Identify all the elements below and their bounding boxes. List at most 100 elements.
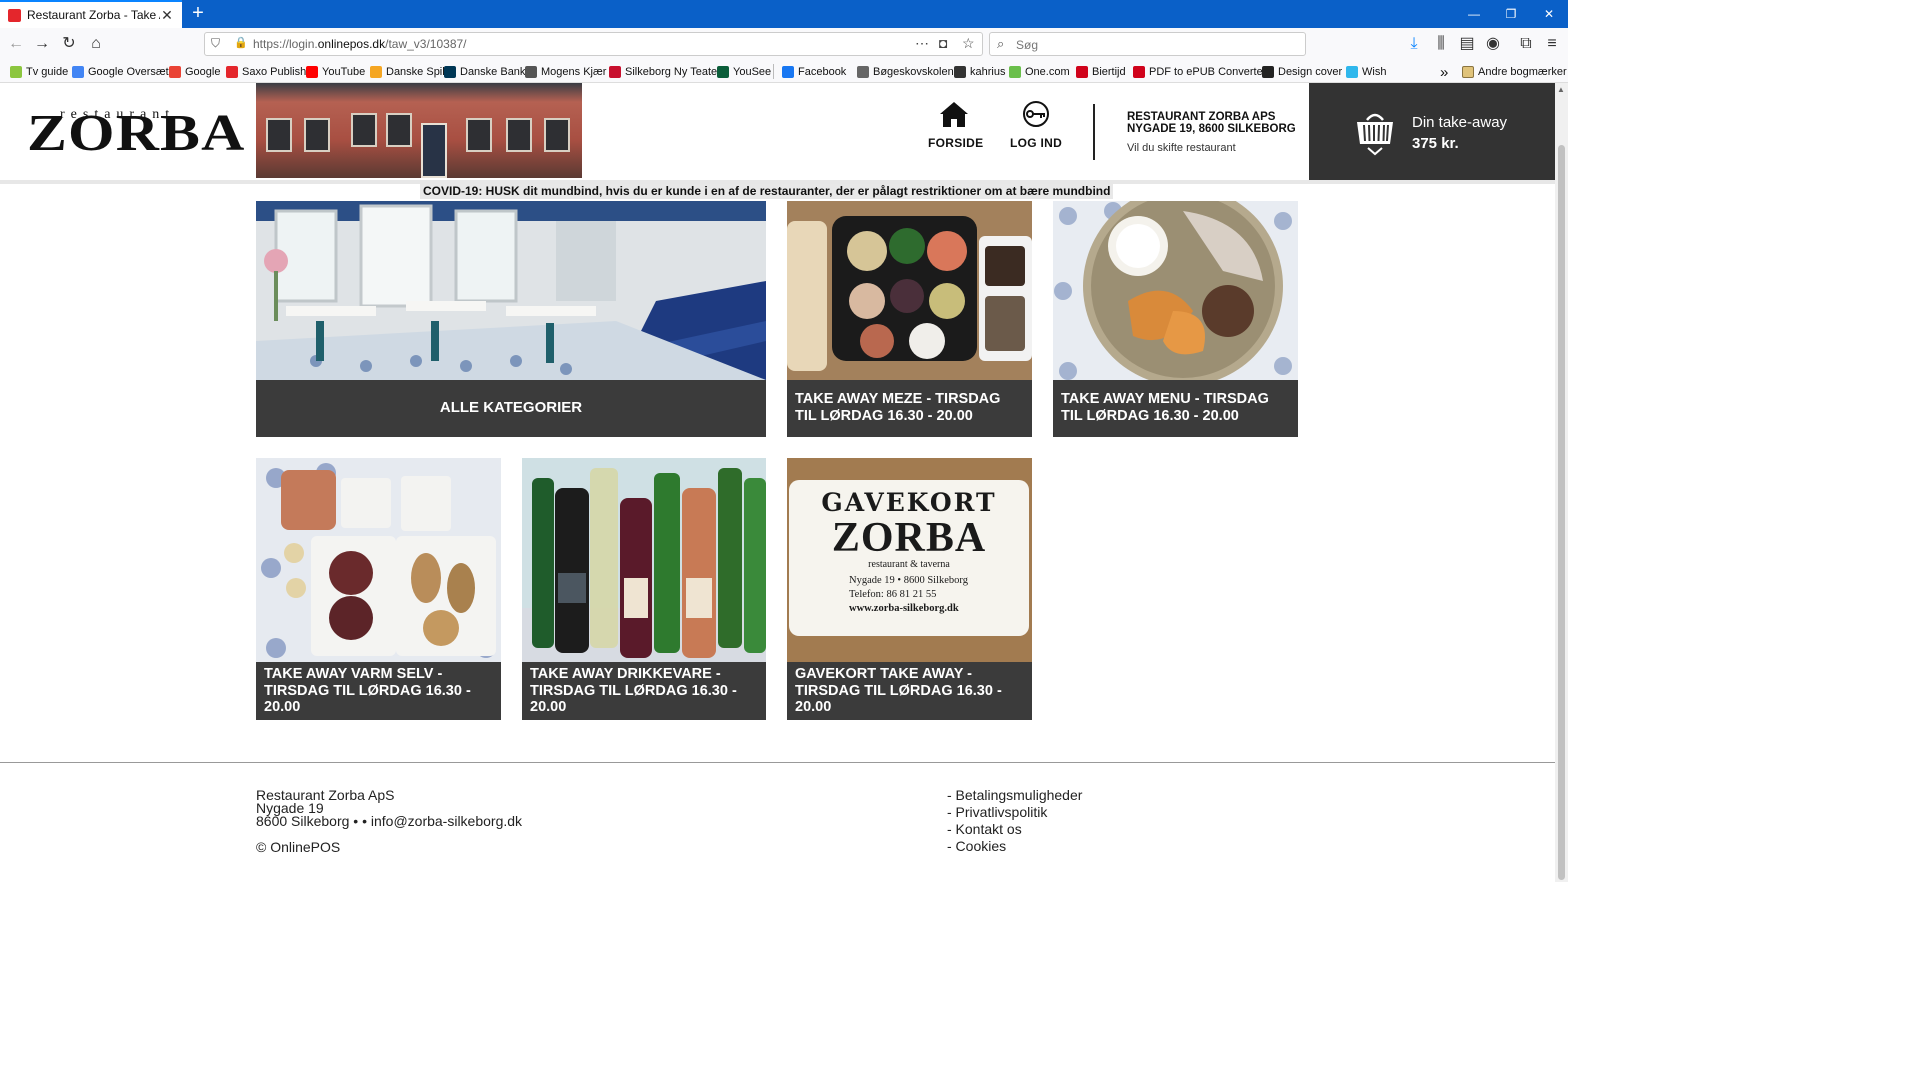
bookmark-item[interactable]: Google	[169, 64, 220, 80]
facade-door	[421, 123, 447, 178]
menu-icon[interactable]: ≡	[1542, 34, 1562, 54]
sidebar-icon[interactable]: ▤	[1457, 34, 1477, 54]
facade-window	[351, 113, 377, 147]
category-title: TAKE AWAY DRIKKEVARE - TIRSDAG TIL LØRDA…	[530, 666, 737, 715]
giftcard-image: GAVEKORT ZORBA restaurant & taverna Nyga…	[787, 458, 1032, 662]
bookmark-favicon-icon	[1133, 66, 1145, 78]
window-close-icon[interactable]: ✕	[1539, 5, 1559, 23]
page-scrollbar[interactable]: ▲	[1555, 83, 1568, 882]
bookmark-item[interactable]: One.com	[1009, 64, 1070, 80]
bookmark-label: Design cover	[1278, 66, 1343, 78]
tracking-shield-icon[interactable]: ⛉	[211, 36, 220, 51]
footer-city-email[interactable]: 8600 Silkeborg • • info@zorba-silkeborg.…	[256, 814, 522, 828]
cart-label: Din take-away	[1412, 114, 1508, 131]
bookmarks-toolbar: Tv guide Google Oversæt Google Saxo Publish…	[0, 60, 1568, 83]
new-tab-icon[interactable]: +	[188, 3, 208, 23]
bookmark-item[interactable]: Silkeborg Ny Teater	[609, 64, 721, 80]
facade-window	[466, 118, 492, 152]
facade-window	[506, 118, 532, 152]
category-title: TAKE AWAY MENU - TIRSDAG TIL LØRDAG 16.3…	[1061, 391, 1269, 424]
category-title: GAVEKORT TAKE AWAY - TIRSDAG TIL LØRDAG …	[795, 666, 1002, 715]
giftcard-sub: restaurant & taverna	[868, 559, 950, 570]
facade-window	[266, 118, 292, 152]
close-tab-icon[interactable]: ✕	[160, 7, 174, 24]
nav-home-label: FORSIDE	[928, 136, 984, 150]
footer-link-payment[interactable]: - Betalingsmuligheder	[947, 788, 1082, 802]
nav-home[interactable]: FORSIDE	[928, 100, 984, 150]
category-card-gavekort[interactable]: GAVEKORT ZORBA restaurant & taverna Nyga…	[787, 458, 1032, 720]
other-bookmarks[interactable]: Andre bogmærker	[1462, 64, 1567, 80]
bookmark-item[interactable]: Danske Bank	[444, 64, 525, 80]
nav-login[interactable]: LOG IND	[1009, 100, 1063, 150]
reload-icon[interactable]: ↻	[59, 34, 79, 54]
lock-icon[interactable]: 🔒	[234, 36, 248, 49]
bookmark-favicon-icon	[1009, 66, 1021, 78]
bookmark-item[interactable]: Tv guide	[10, 64, 68, 80]
bookmark-item[interactable]: Biertijd	[1076, 64, 1126, 80]
category-card-meze[interactable]: TAKE AWAY MEZE - TIRSDAG TIL LØRDAG 16.3…	[787, 201, 1032, 437]
bookmark-favicon-icon	[1076, 66, 1088, 78]
category-card-menu[interactable]: TAKE AWAY MENU - TIRSDAG TIL LØRDAG 16.3…	[1053, 201, 1298, 437]
bookmark-item[interactable]: Google Oversæt	[72, 64, 169, 80]
restaurant-address: NYGADE 19, 8600 SILKEBORG	[1127, 123, 1296, 135]
address-bar[interactable]: ⛉ 🔒 https://login.onlinepos.dk/taw_v3/10…	[204, 32, 983, 56]
url-text[interactable]: https://login.onlinepos.dk/taw_v3/10387/	[253, 37, 467, 51]
category-title: TAKE AWAY VARM SELV - TIRSDAG TIL LØRDAG…	[264, 666, 471, 715]
library-icon[interactable]: ⫼	[1431, 34, 1451, 54]
dining-room-image	[256, 201, 766, 380]
giftcard-card: GAVEKORT ZORBA restaurant & taverna Nyga…	[789, 480, 1029, 636]
bookmark-item[interactable]: YouSee	[717, 64, 771, 80]
bookmark-item[interactable]: Wish	[1346, 64, 1386, 80]
other-bookmarks-label: Andre bogmærker	[1478, 66, 1567, 78]
meze-platter-image	[787, 201, 1032, 380]
bookmark-item[interactable]: PDF to ePUB Converte...	[1133, 64, 1272, 80]
change-restaurant-link[interactable]: Vil du skifte restaurant	[1127, 142, 1236, 154]
house-icon	[940, 102, 968, 127]
page-actions-icon[interactable]: ⋯	[915, 35, 929, 52]
bookmark-favicon-icon	[782, 66, 794, 78]
bookmark-label: Silkeborg Ny Teater	[625, 66, 721, 78]
tab-title: Restaurant Zorba - Take Away	[27, 8, 160, 22]
bookmark-item[interactable]: Danske Spil	[370, 64, 445, 80]
bookmark-favicon-icon	[1346, 66, 1358, 78]
logo[interactable]: ZORBA	[27, 104, 245, 163]
category-card-drikkevare[interactable]: TAKE AWAY DRIKKEVARE - TIRSDAG TIL LØRDA…	[522, 458, 766, 720]
restore-icon[interactable]: ❐	[1501, 5, 1521, 23]
extensions-icon[interactable]: ⧉	[1516, 34, 1536, 54]
back-icon[interactable]: ←	[6, 34, 26, 54]
more-bookmarks-chevron-icon[interactable]: »	[1440, 64, 1448, 81]
minimize-icon[interactable]: —	[1464, 5, 1484, 23]
bookmark-item[interactable]: Bøgeskovskolen	[857, 64, 954, 80]
footer-separator	[0, 762, 1555, 763]
menu-plate-image	[1053, 201, 1298, 380]
scrollbar-thumb[interactable]	[1558, 145, 1565, 880]
home-icon[interactable]: ⌂	[86, 34, 106, 54]
downloads-icon[interactable]: ⤓	[1404, 34, 1424, 54]
search-bar[interactable]: ⌕ Søg	[989, 32, 1306, 56]
footer-link-privacy[interactable]: - Privatlivspolitik	[947, 805, 1047, 819]
category-card-all[interactable]: ALLE KATEGORIER	[256, 201, 766, 437]
bookmark-item[interactable]: Mogens Kjær	[525, 64, 606, 80]
bookmark-item[interactable]: kahrius	[954, 64, 1005, 80]
browser-tab[interactable]: Restaurant Zorba - Take Away ✕	[0, 0, 182, 28]
bookmark-item[interactable]: Saxo Publish	[226, 64, 306, 80]
cart-button[interactable]: Din take-away 375 kr.	[1309, 83, 1555, 181]
bookmark-label: Tv guide	[26, 66, 69, 78]
bookmark-label: Google Oversæt	[88, 66, 169, 78]
bookmark-item[interactable]: Design cover	[1262, 64, 1342, 80]
bookmark-label: Danske Bank	[460, 66, 526, 78]
bookmark-item[interactable]: Facebook	[782, 64, 846, 80]
giftcard-line: Telefon: 86 81 21 55	[849, 589, 937, 600]
bookmark-favicon-icon	[525, 66, 537, 78]
pocket-icon[interactable]: ◘	[939, 35, 947, 51]
bookmark-star-icon[interactable]: ☆	[962, 35, 975, 52]
footer-link-contact[interactable]: - Kontakt os	[947, 822, 1022, 836]
forward-icon[interactable]: →	[32, 34, 52, 54]
scroll-up-icon[interactable]: ▲	[1557, 85, 1565, 94]
footer-link-cookies[interactable]: - Cookies	[947, 839, 1006, 853]
bookmark-label: Google	[185, 66, 221, 78]
bookmark-item[interactable]: YouTube	[306, 64, 365, 80]
category-card-varm-selv[interactable]: TAKE AWAY VARM SELV - TIRSDAG TIL LØRDAG…	[256, 458, 501, 720]
account-icon[interactable]: ◉	[1483, 34, 1503, 54]
bookmark-label: kahrius	[970, 66, 1006, 78]
